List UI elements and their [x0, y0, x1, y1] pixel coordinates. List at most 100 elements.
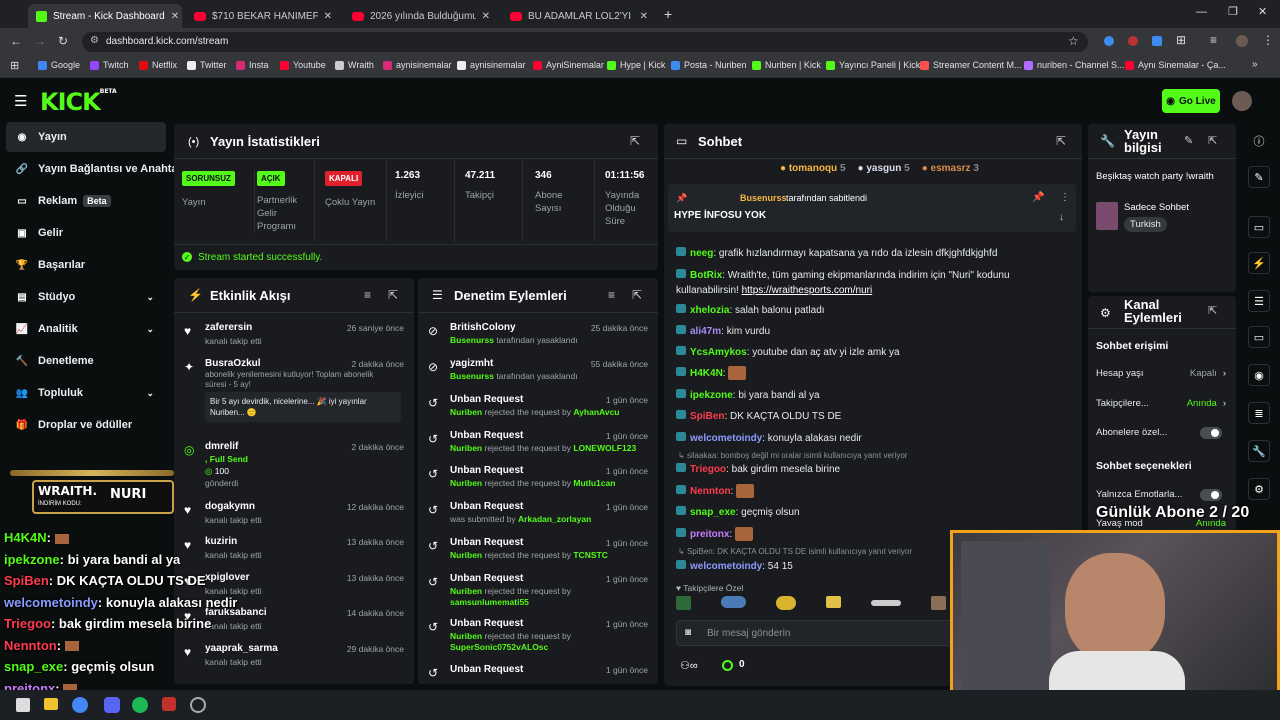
moderator-name[interactable]: Nuriben: [450, 478, 482, 488]
bookmark-yayinci-paneli[interactable]: Yayıncı Paneli | Kick: [826, 60, 920, 70]
chat-icon[interactable]: ▭: [1248, 326, 1270, 348]
chat-username[interactable]: welcometoindy: [690, 433, 762, 444]
filter-icon[interactable]: ≡: [608, 288, 615, 302]
bookmark-twitter[interactable]: Twitter: [187, 60, 227, 70]
sidebar-item-stream-key[interactable]: 🔗 Yayın Bağlantısı ve Anahtar: [6, 154, 176, 184]
sidebar-item-studyo[interactable]: ▤ Stüdyo ⌄: [6, 282, 166, 312]
popout-icon[interactable]: ⇱: [1208, 304, 1217, 317]
chat-username[interactable]: welcometoindy: [690, 561, 762, 572]
close-icon[interactable]: ✕: [165, 11, 179, 22]
profile-icon[interactable]: [1236, 35, 1248, 47]
bookmark-insta[interactable]: Insta: [236, 60, 269, 70]
chat-username[interactable]: SpiBen: [690, 411, 724, 422]
sidebar-item-droplar[interactable]: 🎁 Droplar ve ödüller: [6, 410, 166, 440]
arrow-down-icon[interactable]: ↓: [1059, 212, 1064, 223]
bookmark-aynisinemalar-yt[interactable]: AyniSinemalar: [533, 60, 604, 70]
extension-icon[interactable]: [1128, 36, 1138, 46]
filter-icon[interactable]: ≡: [364, 288, 371, 302]
emote-only-toggle[interactable]: [1200, 489, 1222, 501]
activity-username[interactable]: yaaprak_sarma: [205, 643, 278, 654]
chat-username[interactable]: preitonx: [690, 529, 729, 540]
target-user[interactable]: AyhanAvcu: [573, 407, 619, 417]
activity-username[interactable]: kuzirin: [205, 536, 237, 547]
emote-icon[interactable]: [826, 596, 841, 608]
sliders-icon[interactable]: ≣: [1248, 402, 1270, 424]
tab-youtube-3[interactable]: BU ADAMLAR LOL2'Yİ BU SEFER ✕: [502, 4, 656, 28]
bookmark-netflix[interactable]: Netflix: [139, 60, 177, 70]
tab-kick-dashboard[interactable]: Stream - Kick Dashboard ✕: [28, 4, 182, 28]
back-icon[interactable]: ←: [10, 34, 22, 48]
obs-icon[interactable]: [162, 697, 176, 711]
bookmark-youtube[interactable]: Youtube: [280, 60, 326, 70]
popout-icon[interactable]: ⇱: [630, 134, 640, 148]
video-icon[interactable]: ▭: [1248, 216, 1270, 238]
minimize-icon[interactable]: —: [1196, 6, 1207, 18]
activity-username[interactable]: dogakymn: [205, 501, 255, 512]
media-icon[interactable]: ≡: [1210, 33, 1217, 47]
edit-icon[interactable]: ✎: [1248, 166, 1270, 188]
reload-icon[interactable]: ↻: [58, 34, 68, 48]
sidebar-item-analitik[interactable]: 📈 Analitik ⌄: [6, 314, 166, 344]
target-user[interactable]: samsunlumemati55: [450, 597, 529, 607]
chat-username[interactable]: snap_exe: [690, 507, 736, 518]
moderator-name[interactable]: Nuriben: [450, 407, 482, 417]
activity-username[interactable]: zaferersin: [205, 322, 252, 333]
close-window-icon[interactable]: ✕: [1258, 5, 1267, 18]
new-tab-icon[interactable]: +: [664, 6, 672, 22]
target-user[interactable]: Mutlu1can: [573, 478, 615, 488]
chat-username[interactable]: YcsAmykos: [690, 347, 747, 358]
chat-username[interactable]: ali47m: [690, 326, 721, 337]
kick-logo[interactable]: KICKBETA: [40, 88, 117, 116]
steam-icon[interactable]: [190, 697, 206, 713]
activity-username[interactable]: dmrelif: [205, 441, 238, 452]
shield-icon[interactable]: [1152, 36, 1162, 46]
bookmark-nuriben-kick[interactable]: Nuriben | Kick: [752, 60, 821, 70]
info-icon[interactable]: ⓘ: [1248, 130, 1270, 152]
tab-youtube-2[interactable]: 2026 yılında Bulduğumuz en iy ✕: [344, 4, 498, 28]
chrome-icon[interactable]: [72, 697, 88, 713]
users-icon[interactable]: ⚇∞: [680, 659, 698, 672]
chat-username[interactable]: H4K4N: [690, 368, 723, 379]
subscribers-only-toggle[interactable]: [1200, 427, 1222, 439]
moderator-name[interactable]: Nuriben: [450, 631, 482, 641]
emote-icon[interactable]: [931, 596, 946, 610]
top-gifter[interactable]: ● tomanoqu 5: [780, 163, 846, 174]
settings-icon[interactable]: ⚙: [1248, 478, 1270, 500]
discord-icon[interactable]: [104, 697, 120, 713]
bookmark-star-icon[interactable]: ☆: [1068, 34, 1079, 48]
pinned-message[interactable]: 📌 Busenurss tarafından sabitlendi HYPE İ…: [668, 184, 1076, 232]
folder-icon[interactable]: [44, 698, 58, 710]
url-field[interactable]: ⚙ dashboard.kick.com/stream ☆: [82, 32, 1088, 52]
target-user[interactable]: Arkadan_zorlayan: [518, 514, 591, 524]
kicks-icon[interactable]: [722, 660, 733, 671]
category-name[interactable]: Sadece Sohbet: [1124, 202, 1189, 213]
menu-dots-icon[interactable]: ⋮: [1060, 192, 1070, 203]
moderator-name[interactable]: Nuriben: [450, 550, 482, 560]
menu-dots-icon[interactable]: ⋮: [1262, 33, 1274, 47]
chat-input[interactable]: ◙ Bir mesaj gönderin: [676, 620, 966, 646]
chat-username[interactable]: Nennton: [690, 486, 731, 497]
go-live-button[interactable]: ◉ Go Live: [1162, 89, 1220, 113]
extension-icon[interactable]: [1104, 36, 1114, 46]
moderator-name[interactable]: Busenurss: [450, 371, 494, 381]
emote-icon[interactable]: [720, 596, 746, 608]
chat-username[interactable]: ipekzone: [690, 390, 733, 401]
bookmark-wraith[interactable]: Wraith: [335, 60, 374, 70]
moderator-name[interactable]: Busenurss: [450, 335, 494, 345]
popout-icon[interactable]: ⇱: [388, 288, 398, 302]
sidebar-item-gelir[interactable]: ▣ Gelir: [6, 218, 166, 248]
bookmark-aynisinemalar-x[interactable]: aynisinemalar: [457, 60, 526, 70]
popout-icon[interactable]: ⇱: [1208, 134, 1217, 147]
close-icon[interactable]: ✕: [476, 11, 490, 22]
site-info-icon[interactable]: ⚙: [90, 35, 99, 46]
popout-icon[interactable]: ⇱: [1056, 134, 1066, 148]
apps-icon[interactable]: ⊞: [10, 59, 19, 72]
emote-icon[interactable]: [676, 596, 691, 610]
bookmark-nuriben-channel[interactable]: nuriben - Channel S...: [1024, 60, 1125, 70]
more-bookmarks-icon[interactable]: »: [1252, 59, 1258, 70]
chat-username[interactable]: BotRix: [690, 270, 722, 281]
top-gifter[interactable]: ● yasgun 5: [858, 163, 910, 174]
spotify-icon[interactable]: [132, 697, 148, 713]
lightning-icon[interactable]: ⚡: [1248, 252, 1270, 274]
hamburger-menu-icon[interactable]: ☰: [14, 92, 27, 110]
